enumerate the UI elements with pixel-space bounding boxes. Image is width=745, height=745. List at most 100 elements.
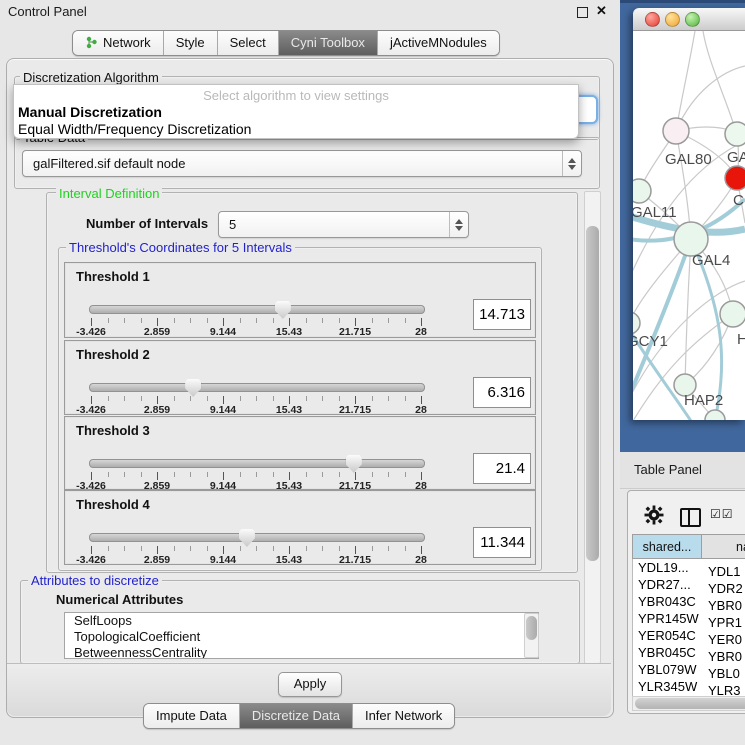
threshold-4-value-field[interactable]: 11.344 [473,527,531,558]
cyni-bottom-tabs: Impute Data Discretize Data Infer Networ… [143,703,455,729]
tab-network[interactable]: Network [73,31,163,55]
column-header-name[interactable]: na [701,534,745,559]
slider-track[interactable] [89,383,425,392]
scale-label: 28 [391,326,451,338]
attributes-list-scrollbar-thumb[interactable] [526,616,537,640]
scale-label: 28 [391,404,451,416]
threshold-3-value-field[interactable]: 21.4 [473,453,531,484]
table-row[interactable]: YPR145WYPR1 [633,610,745,627]
threshold-1-value-field[interactable]: 14.713 [473,299,531,330]
table-rows: YDL19...YDL1 YDR27...YDR2 YBR043CYBR0 YP… [632,559,745,696]
stepper-arrows-icon [562,151,581,176]
tab-infer-network[interactable]: Infer Network [352,704,454,728]
checkbox-filter-icons[interactable]: ☑☑ [710,507,734,521]
scale-label: -3.426 [61,326,121,338]
node-label: GA [727,149,745,166]
minimize-traffic-light[interactable] [665,12,680,27]
slider-track[interactable] [89,533,425,542]
column-header-shared-name[interactable]: shared... [632,534,702,559]
slider-track[interactable] [89,305,425,314]
threshold-4-panel: Threshold 4 -3.426 2.859 9.144 15.43 21.… [64,490,536,565]
table-data-value: galFiltered.sif default node [23,156,562,171]
table-horizontal-scrollbar[interactable] [632,696,745,711]
network-icon [85,36,98,49]
table-panel: ☑☑ shared... na YDL19...YDL1 YDR27...YDR… [627,490,745,714]
control-panel-title: Control Panel [8,4,87,19]
node-gal11[interactable] [633,179,651,203]
table-row[interactable]: YDL19...YDL1 [633,559,745,576]
scale-label: -3.426 [61,554,121,566]
zoom-traffic-light[interactable] [685,12,700,27]
network-canvas[interactable]: GAL80 GAL11 GAL4 GCY1 HAP2 GA C H [633,31,745,420]
close-traffic-light[interactable] [645,12,660,27]
tab-discretize-data[interactable]: Discretize Data [239,704,352,728]
float-window-icon[interactable] [577,7,588,18]
number-of-intervals-combobox[interactable]: 5 [218,211,469,238]
tab-jactivemnodules[interactable]: jActiveMNodules [377,31,499,55]
attributes-list-scrollbar[interactable] [524,613,539,658]
slider-thumb[interactable] [239,529,255,547]
settings-scrollbar[interactable] [584,191,601,664]
threshold-4-slider[interactable] [89,529,425,547]
network-view-window: GAL80 GAL11 GAL4 GCY1 HAP2 GA C H [633,8,745,420]
settings-scrollbar-thumb[interactable] [586,226,599,561]
table-data-combobox[interactable]: galFiltered.sif default node [22,150,582,177]
table-row[interactable]: YLR345WYLR3 [633,678,745,695]
scale-label: 15.43 [259,404,319,416]
node[interactable] [725,122,745,146]
slider-thumb[interactable] [346,455,362,473]
threshold-3-label: Threshold 3 [76,423,150,438]
scale-label: 9.144 [193,404,253,416]
node-gal4[interactable] [674,222,708,256]
tab-cyni-toolbox[interactable]: Cyni Toolbox [278,31,377,55]
scale-label: 21.715 [325,326,385,338]
node-label: GAL80 [665,151,712,168]
threshold-2-label: Threshold 2 [76,347,150,362]
table-row[interactable]: YDR27...YDR2 [633,576,745,593]
slider-thumb[interactable] [275,301,291,319]
slider-track[interactable] [89,459,425,468]
column-layout-icon[interactable] [680,508,701,527]
threshold-2-slider[interactable] [89,379,425,397]
list-item[interactable]: TopologicalCoefficient [65,629,538,645]
list-item[interactable]: SelfLoops [65,613,538,629]
gear-icon[interactable] [644,505,664,525]
popup-option-manual-discretization[interactable]: Manual Discretization [18,104,162,120]
node-gal80[interactable] [663,118,689,144]
number-of-intervals-value: 5 [219,217,449,232]
node-selected-red[interactable] [725,166,745,190]
tab-select[interactable]: Select [217,31,278,55]
node-label: C [733,192,744,209]
table-panel-title: Table Panel [634,462,702,477]
list-item[interactable]: BetweennessCentrality [65,645,538,659]
popup-option-equal-width[interactable]: Equal Width/Frequency Discretization [18,121,251,137]
thresholds-group-title: Threshold's Coordinates for 5 Intervals [66,240,295,255]
table-horizontal-scrollbar-thumb[interactable] [635,698,745,709]
numerical-attributes-list[interactable]: SelfLoops TopologicalCoefficient Between… [64,612,539,659]
table-row[interactable]: YBR043CYBR0 [633,593,745,610]
node-label: GCY1 [633,333,668,350]
table-row[interactable]: YBL079WYBL0 [633,661,745,678]
screen: Control Panel ✕ Network Style Select Cyn… [0,0,745,745]
threshold-2-value-field[interactable]: 6.316 [473,377,531,408]
tab-impute-data[interactable]: Impute Data [144,704,239,728]
scale-label: 2.859 [127,326,187,338]
node-gcy1[interactable] [633,312,640,334]
scale-label: 21.715 [325,554,385,566]
scale-label: 2.859 [127,404,187,416]
threshold-1-label: Threshold 1 [76,269,150,284]
table-row[interactable]: YBR045CYBR0 [633,644,745,661]
tab-style[interactable]: Style [163,31,217,55]
apply-button[interactable]: Apply [278,672,342,697]
control-panel-tabs: Network Style Select Cyni Toolbox jActiv… [72,30,500,56]
node-label: GAL11 [633,204,677,221]
threshold-3-slider[interactable] [89,455,425,473]
node[interactable] [720,301,745,327]
table-row[interactable]: YER054CYER0 [633,627,745,644]
algorithm-dropdown-popup: Select algorithm to view settings Manual… [13,84,579,139]
close-icon[interactable]: ✕ [596,3,607,19]
slider-thumb[interactable] [185,379,201,397]
network-window-titlebar[interactable] [633,8,745,31]
threshold-1-slider[interactable] [89,301,425,319]
scale-label: 2.859 [127,554,187,566]
